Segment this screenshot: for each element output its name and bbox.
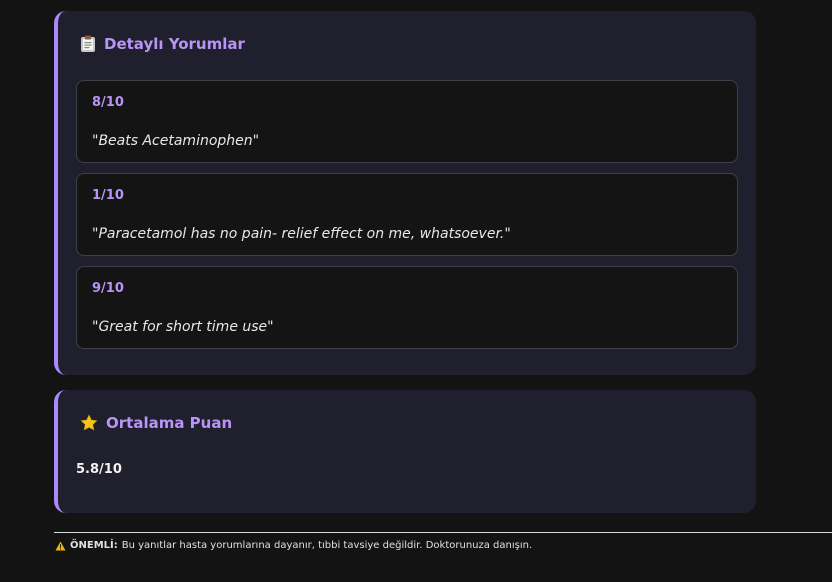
review-item: 9/10 "Great for short time use"	[76, 266, 738, 349]
reviews-title: Detaylı Yorumlar	[80, 35, 245, 53]
divider	[54, 532, 832, 533]
review-score: 8/10	[92, 95, 124, 110]
star-icon	[80, 414, 98, 432]
disclaimer-label: ÖNEMLİ:	[70, 540, 118, 551]
reviews-title-text: Detaylı Yorumlar	[104, 35, 245, 53]
disclaimer-text: Bu yanıtlar hasta yorumlarına dayanır, t…	[121, 540, 533, 551]
review-comment: "Beats Acetaminophen"	[92, 133, 260, 149]
average-title-text: Ortalama Puan	[106, 414, 233, 432]
review-score: 1/10	[92, 188, 124, 203]
review-score: 9/10	[92, 281, 124, 296]
average-card: Ortalama Puan 5.8/10	[54, 390, 756, 513]
review-comment: "Great for short time use"	[92, 319, 274, 335]
average-score: 5.8/10	[76, 462, 122, 477]
review-item: 1/10 "Paracetamol has no pain- relief ef…	[76, 173, 738, 256]
reviews-card: Detaylı Yorumlar 8/10 "Beats Acetaminoph…	[54, 11, 756, 375]
warning-icon	[55, 540, 66, 551]
disclaimer-notice: ÖNEMLİ: Bu yanıtlar hasta yorumlarına da…	[55, 540, 532, 551]
review-item: 8/10 "Beats Acetaminophen"	[76, 80, 738, 163]
review-comment: "Paracetamol has no pain- relief effect …	[92, 226, 511, 242]
average-title: Ortalama Puan	[80, 414, 232, 432]
clipboard-icon	[80, 35, 96, 53]
